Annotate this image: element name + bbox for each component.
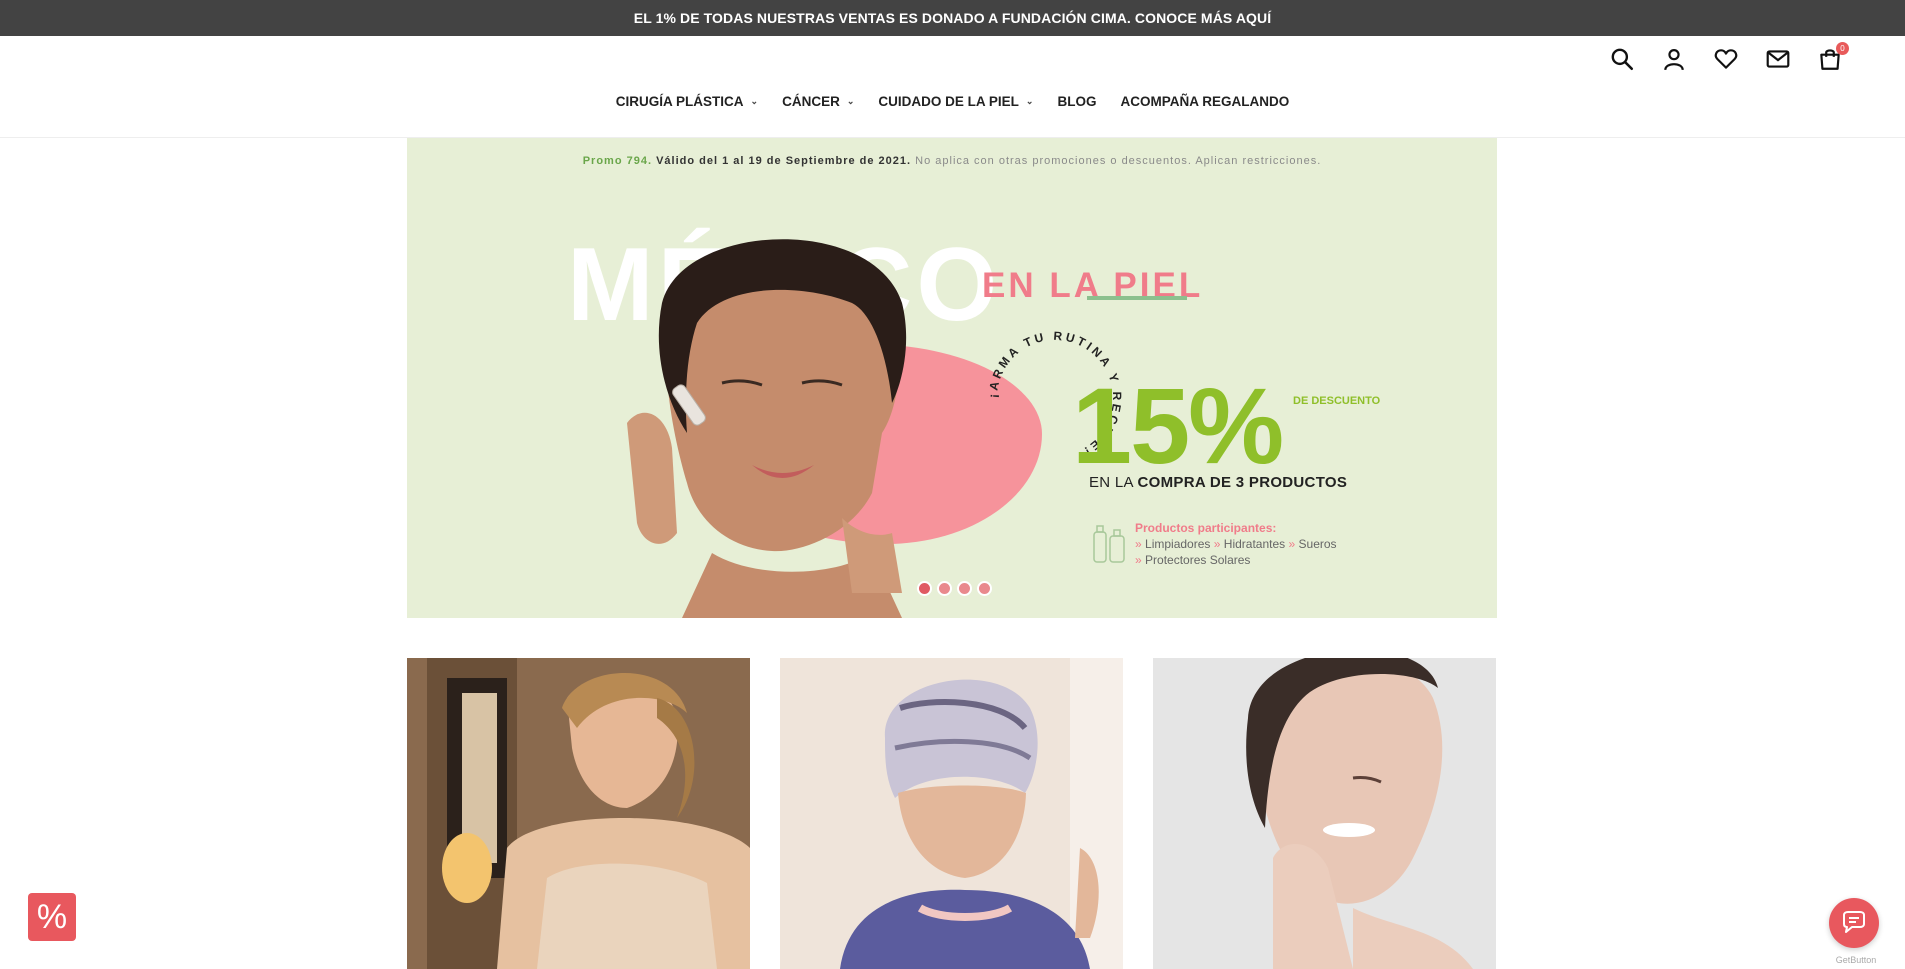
purchase-condition-bold: COMPRA DE 3 PRODUCTOS bbox=[1137, 474, 1348, 491]
promo-line: Promo 794. Válido del 1 al 19 de Septiem… bbox=[407, 155, 1497, 167]
promo-valid: Válido del 1 al 19 de Septiembre de 2021… bbox=[656, 155, 912, 167]
product-moisturizers: Hidratantes bbox=[1223, 537, 1286, 551]
products-title: Productos participantes: bbox=[1135, 521, 1277, 535]
carousel-dot-4[interactable] bbox=[977, 581, 992, 596]
nav-item-label: CUIDADO DE LA PIEL bbox=[878, 94, 1019, 109]
user-icon[interactable] bbox=[1659, 44, 1689, 74]
bullet-glyph: » bbox=[1288, 537, 1296, 551]
mail-icon[interactable] bbox=[1763, 44, 1793, 74]
bullet-glyph: » bbox=[1135, 553, 1142, 567]
nav-item-cancer[interactable]: CÁNCER ⌄ bbox=[770, 94, 866, 109]
nav-item-label: CÁNCER bbox=[782, 94, 840, 109]
products-line-2: » Protectores Solares bbox=[1135, 552, 1337, 568]
nav-item-acompana-regalando[interactable]: ACOMPAÑA REGALANDO bbox=[1108, 94, 1301, 109]
banner-headline-accent: EN LA PIEL bbox=[982, 266, 1204, 305]
participating-products: Productos participantes: » Limpiadores »… bbox=[1135, 520, 1337, 568]
bullet-glyph: » bbox=[1135, 537, 1142, 551]
percent-icon: % bbox=[36, 897, 68, 936]
carousel-dots bbox=[917, 581, 992, 596]
cart-icon[interactable]: 0 bbox=[1815, 42, 1849, 74]
bottles-icon bbox=[1093, 525, 1125, 563]
product-sunscreens: Protectores Solares bbox=[1145, 553, 1251, 567]
accent-underline bbox=[1087, 296, 1187, 300]
cart-count-badge: 0 bbox=[1836, 42, 1849, 55]
announcement-text[interactable]: EL 1% DE TODAS NUESTRAS VENTAS ES DONADO… bbox=[634, 10, 1271, 26]
main-nav: CIRUGÍA PLÁSTICA ⌄ CÁNCER ⌄ CUIDADO DE L… bbox=[0, 94, 1905, 109]
discount-percent-label: DE DESCUENTO bbox=[1293, 395, 1381, 407]
purchase-condition-prefix: EN LA bbox=[1089, 474, 1134, 491]
bullet-glyph: » bbox=[1213, 537, 1221, 551]
announcement-bar[interactable]: EL 1% DE TODAS NUESTRAS VENTAS ES DONADO… bbox=[0, 0, 1905, 36]
chevron-down-icon: ⌄ bbox=[750, 96, 759, 106]
search-icon[interactable] bbox=[1607, 44, 1637, 74]
promo-note: No aplica con otras promociones o descue… bbox=[915, 155, 1322, 167]
site-header: 0 CIRUGÍA PLÁSTICA ⌄ CÁNCER ⌄ CUIDADO DE… bbox=[0, 36, 1905, 138]
nav-item-cirugia-plastica[interactable]: CIRUGÍA PLÁSTICA ⌄ bbox=[604, 94, 770, 109]
category-image-plastic-surgery bbox=[407, 658, 750, 969]
carousel-dot-2[interactable] bbox=[937, 581, 952, 596]
purchase-condition: EN LA COMPRA DE 3 PRODUCTOS bbox=[1089, 474, 1347, 491]
discount-popup-button[interactable]: % bbox=[28, 893, 76, 941]
chevron-down-icon: ⌄ bbox=[1025, 96, 1034, 106]
promo-code: Promo 794. bbox=[582, 155, 653, 167]
nav-item-label: BLOG bbox=[1057, 94, 1097, 109]
discount-percent: 15% bbox=[1072, 365, 1284, 486]
carousel-dot-1[interactable] bbox=[917, 581, 932, 596]
chat-button[interactable] bbox=[1829, 898, 1879, 948]
model-face-image bbox=[627, 239, 907, 618]
heart-icon[interactable] bbox=[1711, 44, 1741, 74]
product-serums: Sueros bbox=[1298, 537, 1337, 551]
chat-icon bbox=[1843, 911, 1865, 933]
nav-item-blog[interactable]: BLOG bbox=[1045, 94, 1108, 109]
category-image-skincare bbox=[1153, 658, 1496, 969]
category-image-cancer-turban bbox=[780, 658, 1123, 969]
category-card-cancer[interactable] bbox=[780, 658, 1123, 969]
category-card-cirugia-plastica[interactable] bbox=[407, 658, 750, 969]
category-card-cuidado-de-la-piel[interactable] bbox=[1153, 658, 1496, 969]
getbutton-label[interactable]: GetButton bbox=[1829, 955, 1883, 965]
carousel-dot-3[interactable] bbox=[957, 581, 972, 596]
nav-item-label: CIRUGÍA PLÁSTICA bbox=[615, 94, 744, 109]
nav-item-cuidado-de-la-piel[interactable]: CUIDADO DE LA PIEL ⌄ bbox=[866, 94, 1045, 109]
products-line-1: » Limpiadores » Hidratantes » Sueros bbox=[1135, 536, 1337, 552]
nav-item-label: ACOMPAÑA REGALANDO bbox=[1120, 94, 1290, 109]
product-cleansers: Limpiadores bbox=[1145, 537, 1211, 551]
hero-banner[interactable]: Promo 794. Válido del 1 al 19 de Septiem… bbox=[407, 138, 1497, 618]
category-cards bbox=[407, 658, 1497, 969]
chevron-down-icon: ⌄ bbox=[846, 96, 855, 106]
header-icons: 0 bbox=[1607, 42, 1849, 74]
